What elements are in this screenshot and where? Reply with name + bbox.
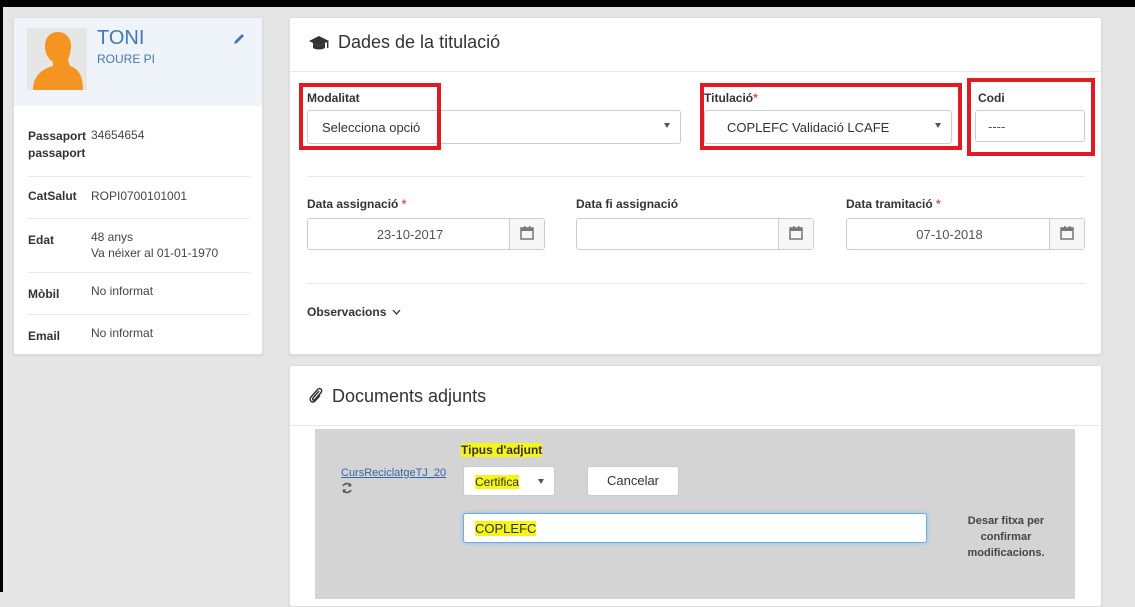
user-avatar [27,28,87,90]
catsalut-value: ROPI0700101001 [91,189,188,203]
profile-row-mobil: Mòbil No informat [28,272,250,315]
edat-birth: Va néixer al 01-01-1970 [91,246,219,260]
chevron-down-icon [392,309,401,315]
calendar-icon[interactable] [1049,219,1084,249]
codi-input[interactable]: ---- [975,110,1085,142]
divider [307,283,1085,284]
divider [307,176,1085,177]
passaport-label: Passaport passaport [28,129,87,160]
mobil-label: Mòbil [28,287,60,301]
profile-row-passaport: Passaport passaport 34654654 [28,106,250,176]
calendar-icon[interactable] [509,219,544,249]
profile-name: TONI [97,27,145,49]
data-assignacio-input[interactable]: 23-10-2017 [307,218,545,250]
tipus-adjunt-value: Certifica [475,475,520,489]
data-tramitacio-label: Data tramitació * [846,197,941,211]
save-note: Desar fitxa per confirmar modificacions. [967,515,1045,559]
profile-card: TONI ROURE PI Passaport passaport 346546… [13,17,263,355]
titulacio-panel: Dades de la titulació Modalitat Seleccio… [289,17,1102,355]
pencil-icon[interactable] [232,32,246,46]
paperclip-icon [309,387,323,403]
divider [290,71,1101,72]
tipus-adjunt-select[interactable]: Certifica [463,466,555,496]
documents-panel: Documents adjunts Tipus d'adjunt CursRec… [289,365,1102,607]
titulacio-label: Titulació* [704,91,758,105]
email-label: Email [28,329,61,343]
observacions-toggle[interactable]: Observacions [307,305,401,319]
profile-surname: ROURE PI [97,52,156,66]
mobil-value: No informat [91,284,154,298]
email-value: No informat [91,326,154,340]
titulacio-value: COPLEFC Validació LCAFE [727,120,890,135]
data-tramitacio-value: 07-10-2018 [916,227,983,242]
profile-header: TONI ROURE PI [14,18,262,106]
observacions-label: Observacions [307,305,387,319]
passaport-value: 34654654 [91,128,145,142]
refresh-icon[interactable] [341,481,353,494]
tipus-adjunt-label: Tipus d'adjunt [461,443,543,457]
modalitat-select[interactable]: Selecciona opció [307,110,681,144]
graduation-cap-icon [309,36,329,50]
modalitat-value: Selecciona opció [322,120,421,135]
titulacio-title-text: Dades de la titulació [338,32,501,52]
codi-label: Codi [978,91,1005,105]
attachment-name-value: COPLEFC [475,521,537,536]
edat-value: 48 anys [91,230,134,244]
codi-value: ---- [988,119,1006,134]
calendar-icon[interactable] [778,219,813,249]
profile-row-catsalut: CatSalut ROPI0700101001 [28,176,250,219]
data-assignacio-label: Data assignació * [307,197,407,211]
titulacio-title: Dades de la titulació [308,32,500,53]
data-fi-input[interactable] [576,218,814,250]
data-fi-label: Data fi assignació [576,197,679,211]
data-assignacio-value: 23-10-2017 [376,227,444,242]
attachment-edit-area: Tipus d'adjunt CursReciclatgeTJ_20 Certi… [315,429,1075,599]
divider [290,425,1101,426]
titulacio-select[interactable]: COPLEFC Validació LCAFE [704,110,952,144]
chevron-down-icon [664,123,670,128]
data-tramitacio-input[interactable]: 07-10-2018 [846,218,1085,250]
chevron-down-icon [538,479,544,484]
catsalut-label: CatSalut [28,189,77,203]
modalitat-label: Modalitat [307,91,360,105]
documents-title-text: Documents adjunts [332,386,487,406]
chevron-down-icon [935,123,941,128]
profile-row-email: Email No informat [28,314,250,355]
attachment-name-input[interactable]: COPLEFC [463,513,927,543]
edat-label: Edat [28,233,55,247]
profile-row-edat: Edat 48 anys Va néixer al 01-01-1970 [28,218,250,273]
cancel-button[interactable]: Cancelar [587,466,679,496]
documents-title: Documents adjunts [308,386,486,407]
attachment-file-link[interactable]: CursReciclatgeTJ_20 [341,467,446,479]
